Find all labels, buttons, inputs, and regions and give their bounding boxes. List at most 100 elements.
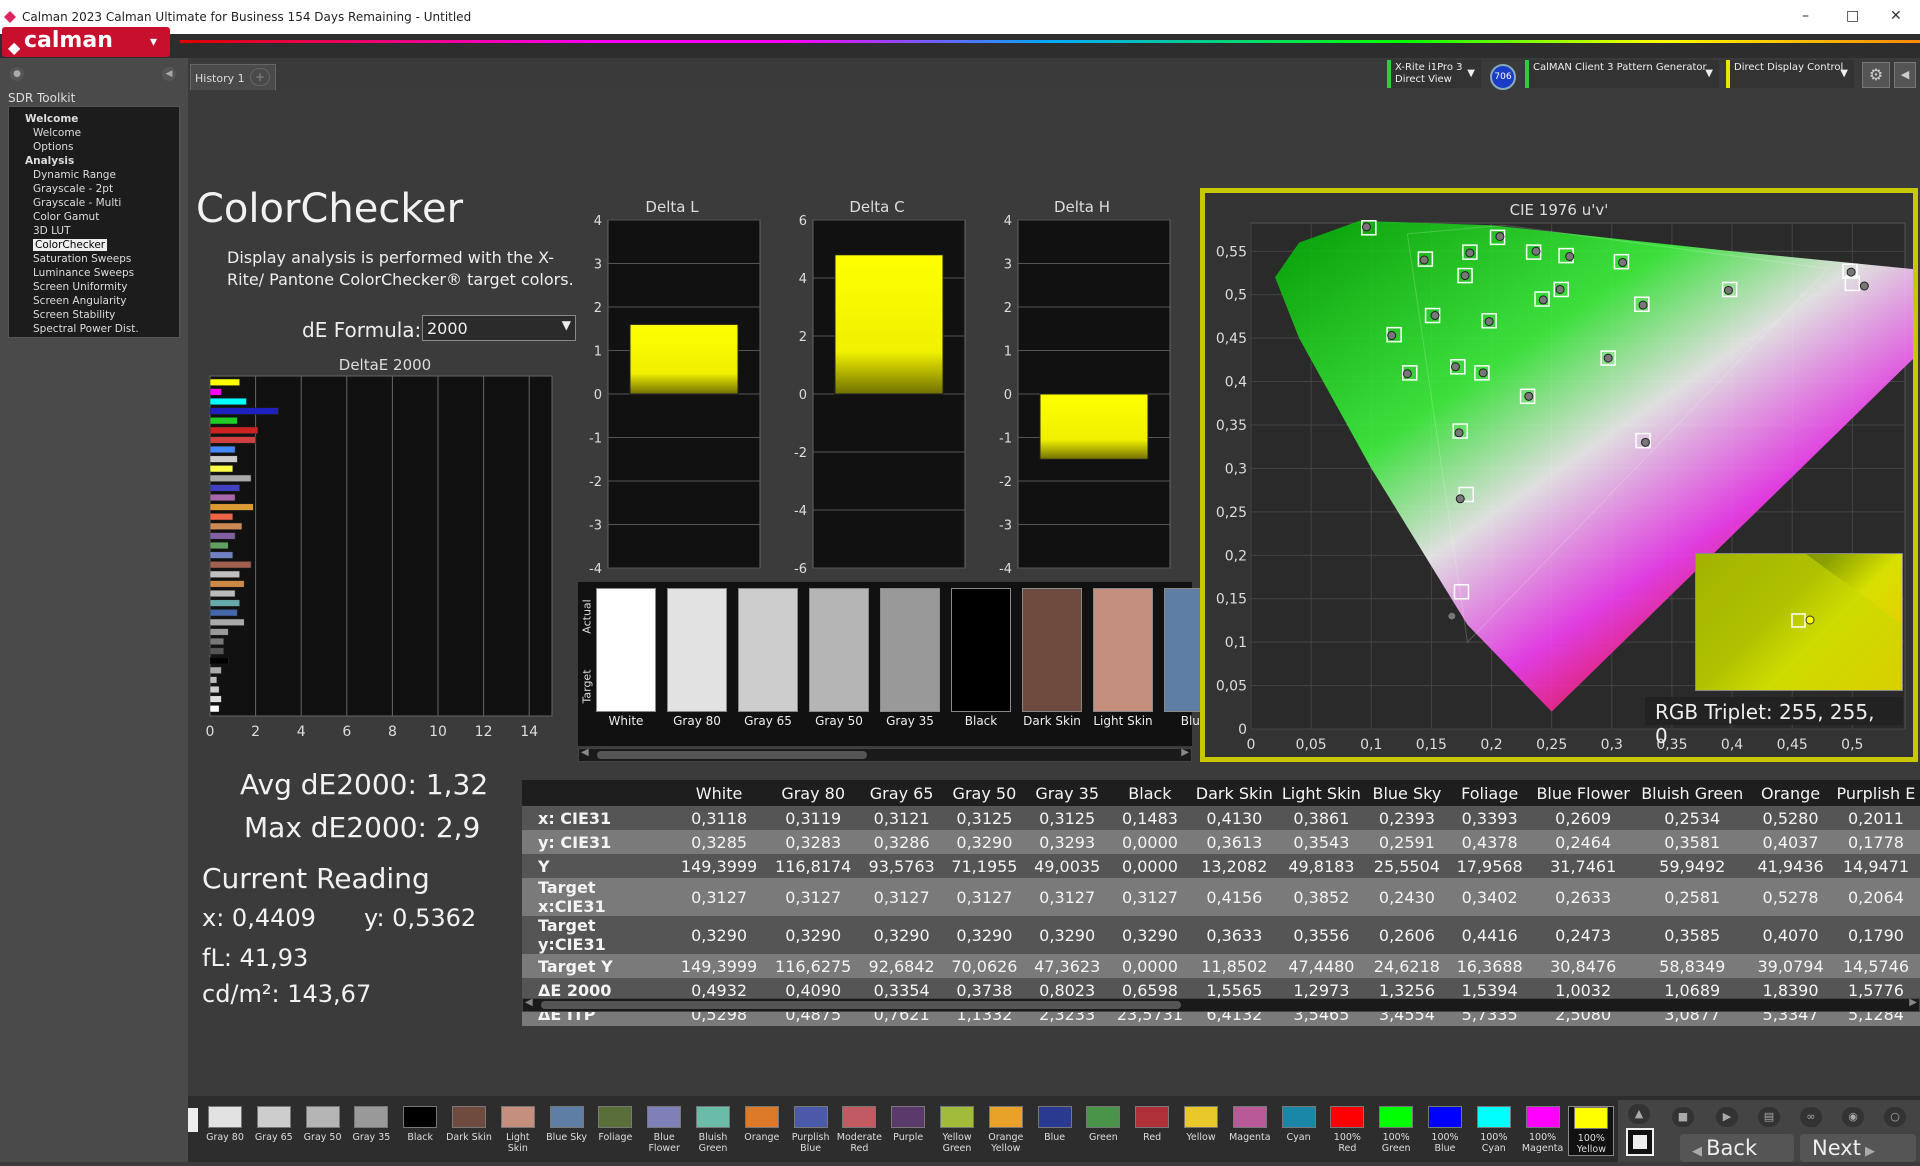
bottom-swatch[interactable]: Purple (885, 1106, 931, 1143)
formula-select[interactable]: 2000 ▼ (422, 315, 576, 341)
swatch-chip (1281, 1106, 1316, 1128)
deltae-bar (209, 378, 240, 386)
gear-icon[interactable]: ⚙ (1862, 62, 1890, 88)
scroll-left-icon[interactable]: ◀ (581, 747, 589, 758)
minimize-button[interactable]: – (1802, 8, 1809, 24)
swatch-color[interactable] (596, 588, 656, 712)
white-chip-partial[interactable] (188, 1108, 198, 1132)
options-icon[interactable]: ○ (1884, 1107, 1906, 1127)
y-tick-label: 4 (594, 214, 602, 229)
deltae-bar (209, 522, 243, 530)
bottom-swatch[interactable]: Purplish Blue (788, 1106, 834, 1154)
swatch-color[interactable] (880, 588, 940, 712)
tree-item[interactable]: Screen Angularity (33, 295, 127, 307)
bottom-swatch[interactable]: Orange Yellow (983, 1106, 1029, 1154)
collapse-right-icon[interactable]: ◀ (1894, 62, 1916, 88)
tree-item[interactable]: Options (33, 141, 74, 153)
back-button[interactable]: ◀ Back (1680, 1134, 1794, 1162)
tree-item[interactable]: Screen Stability (33, 309, 115, 321)
bottom-swatch[interactable]: Blue Sky (544, 1106, 590, 1143)
x-tick-label: 0,15 (1416, 737, 1447, 753)
bottom-swatch[interactable]: Blue (1032, 1106, 1078, 1143)
table-cell: 49,0035 (1025, 854, 1109, 878)
settings-dot-icon[interactable]: ● (10, 67, 24, 81)
swatch-color[interactable] (1093, 588, 1153, 712)
tree-item[interactable]: Screen Uniformity (33, 281, 127, 293)
swatch-color[interactable] (738, 588, 798, 712)
scroll-thumb[interactable] (541, 1001, 1181, 1009)
swatch-label: Gray 65 (254, 1132, 293, 1143)
tree-item[interactable]: 3D LUT (33, 225, 71, 237)
bottom-swatch[interactable]: 100% Cyan (1471, 1106, 1517, 1154)
bottom-swatch[interactable]: Gray 50 (300, 1106, 346, 1143)
close-button[interactable]: ✕ (1890, 8, 1902, 24)
next-button[interactable]: Next ▶ (1800, 1134, 1916, 1162)
bottom-swatch[interactable]: 100% Blue (1422, 1106, 1468, 1154)
loop-icon[interactable]: ∞ (1800, 1107, 1822, 1127)
deltae-bar (209, 541, 229, 550)
stop-icon[interactable]: ■ (1672, 1107, 1694, 1127)
bottom-swatch[interactable]: Yellow (1178, 1106, 1224, 1143)
bottom-swatch[interactable]: Light Skin (495, 1106, 541, 1154)
tree-item[interactable]: Dynamic Range (33, 169, 116, 181)
swatch-color[interactable] (809, 588, 869, 712)
y-tick-label: 3 (594, 258, 602, 273)
scroll-right-icon[interactable]: ▶ (1909, 997, 1917, 1008)
save-icon[interactable]: ▤ (1758, 1107, 1780, 1127)
bottom-swatch[interactable]: Gray 65 (251, 1106, 297, 1143)
bottom-swatch[interactable]: Yellow Green (934, 1106, 980, 1154)
swatch-color[interactable] (951, 588, 1011, 712)
bottom-swatch[interactable]: Green (1080, 1106, 1126, 1143)
bottom-swatch[interactable]: 100% Green (1373, 1106, 1419, 1154)
generator-selector[interactable]: CalMAN Client 3 Pattern Generator ▼ (1525, 60, 1719, 88)
meter-selector[interactable]: X-Rite i1Pro 3 Direct View ▼ (1387, 60, 1481, 88)
bottom-swatch[interactable]: Foliage (592, 1106, 638, 1143)
zoom-inset-overlay (1696, 554, 1902, 690)
tree-item[interactable]: Color Gamut (33, 211, 99, 223)
bottom-swatch[interactable]: Gray 80 (202, 1106, 248, 1143)
scroll-right-icon[interactable]: ▶ (1181, 747, 1189, 758)
bottom-swatch[interactable]: 100% Magenta (1520, 1106, 1566, 1154)
bottom-swatch[interactable]: Bluish Green (690, 1106, 736, 1154)
bottom-swatch[interactable]: Orange (739, 1106, 785, 1143)
record-icon[interactable]: ◉ (1842, 1107, 1864, 1127)
bottom-swatch[interactable]: Dark Skin (446, 1106, 492, 1143)
stop-square-button[interactable] (1626, 1128, 1654, 1156)
tree-item[interactable]: Luminance Sweeps (33, 267, 134, 279)
bottom-swatch[interactable]: Red (1129, 1106, 1175, 1143)
bottom-swatch[interactable]: 100% Red (1324, 1106, 1370, 1154)
bottom-swatch[interactable]: Black (397, 1106, 443, 1143)
play-icon[interactable]: ▶ (1716, 1107, 1738, 1127)
bottom-swatch[interactable]: Magenta (1227, 1106, 1273, 1143)
tree-item[interactable]: Grayscale - Multi (33, 197, 121, 209)
tree-item[interactable]: Analysis (25, 155, 74, 167)
collapse-panel-icon[interactable]: ◀ (162, 67, 176, 81)
maximize-button[interactable]: □ (1846, 8, 1859, 24)
actual-marker (1478, 368, 1488, 378)
y-tick-label: 0,1 (1225, 635, 1247, 651)
display-selector[interactable]: Direct Display Control ▼ (1726, 60, 1854, 88)
bottom-swatch[interactable]: Cyan (1276, 1106, 1322, 1143)
tree-item[interactable]: ColorChecker (33, 239, 108, 251)
scroll-left-icon[interactable]: ◀ (525, 997, 533, 1008)
tree-item[interactable]: Saturation Sweeps (33, 253, 131, 265)
meter-badge[interactable]: 706 (1490, 64, 1516, 90)
calman-menu-button[interactable]: ◆ calman ▾ (2, 27, 170, 57)
actual-marker (1859, 281, 1869, 291)
add-tab-button[interactable]: + (250, 68, 270, 86)
bottom-swatch[interactable]: Blue Flower (641, 1106, 687, 1154)
tree-item[interactable]: Welcome (33, 127, 81, 139)
bottom-swatch[interactable]: Gray 35 (348, 1106, 394, 1143)
scroll-thumb[interactable] (597, 751, 867, 759)
deltae-bar (209, 484, 240, 492)
swatch-scrollbar[interactable]: ◀ ▶ (578, 747, 1192, 762)
tree-item[interactable]: Welcome (25, 113, 78, 125)
table-scrollbar[interactable]: ◀ ▶ (522, 997, 1920, 1012)
swatch-color[interactable] (1022, 588, 1082, 712)
bottom-swatch[interactable]: Moderate Red (836, 1106, 882, 1154)
tree-item[interactable]: Spectral Power Dist. (33, 323, 139, 335)
up-icon[interactable]: ▲ (1628, 1104, 1650, 1124)
swatch-color[interactable] (667, 588, 727, 712)
tree-item[interactable]: Grayscale - 2pt (33, 183, 113, 195)
bottom-swatch[interactable]: 100% Yellow (1568, 1106, 1615, 1156)
